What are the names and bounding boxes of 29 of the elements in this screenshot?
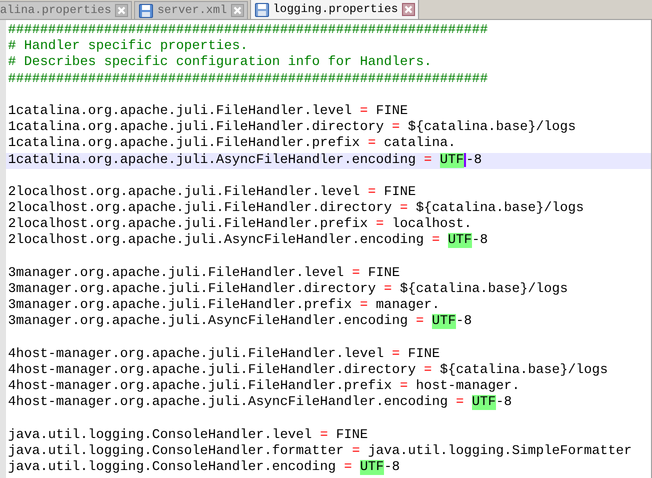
code-line: 1catalina.org.apache.juli.FileHandler.directory = ${catalina.base}/logs bbox=[8, 120, 576, 136]
comment-line: # Describes specific configuration info for Handlers. bbox=[8, 55, 432, 70]
tab[interactable]: alina.properties bbox=[0, 1, 132, 19]
code-line: 1catalina.org.apache.juli.AsyncFileHandler.encoding = UTF-8 bbox=[8, 153, 482, 168]
code-line: java.util.logging.ConsoleHandler.level = FINE bbox=[8, 428, 368, 443]
comment-line: ############################################################ bbox=[8, 23, 488, 38]
code-line: 4host-manager.org.apache.juli.FileHandler.prefix = host-manager. bbox=[8, 379, 520, 394]
code-line: 1catalina.org.apache.juli.FileHandler.prefix = catalina. bbox=[8, 136, 456, 152]
code-line: 4host-manager.org.apache.juli.FileHandler.level = FINE bbox=[8, 346, 440, 362]
code-line: 2localhost.org.apache.juli.FileHandler.directory = ${catalina.base}/logs bbox=[8, 201, 584, 216]
tab[interactable]: logging.properties bbox=[250, 0, 420, 19]
code-line: 4host-manager.org.apache.juli.AsyncFileHandler.encoding = UTF-8 bbox=[8, 395, 512, 410]
code-line: java.util.logging.ConsoleHandler.encoding = UTF-8 bbox=[8, 460, 400, 476]
code-line: 4host-manager.org.apache.juli.FileHandler.directory = ${catalina.base}/logs bbox=[8, 362, 608, 378]
code-line: 2localhost.org.apache.juli.FileHandler.level = FINE bbox=[8, 184, 416, 200]
close-icon[interactable] bbox=[402, 3, 416, 16]
tab[interactable]: server.xml bbox=[134, 1, 248, 19]
code-line: 3manager.org.apache.juli.FileHandler.level = FINE bbox=[8, 266, 400, 281]
code-line: java.util.logging.ConsoleHandler.formatter = java.util.logging.SimpleFormatter bbox=[8, 444, 632, 459]
code-line: 3manager.org.apache.juli.FileHandler.prefix = manager. bbox=[8, 298, 440, 314]
close-icon[interactable] bbox=[115, 4, 128, 17]
code-line: 1catalina.org.apache.juli.FileHandler.level = FINE bbox=[8, 104, 408, 119]
close-icon[interactable] bbox=[230, 4, 244, 17]
code-line: 3manager.org.apache.juli.AsyncFileHandler.encoding = UTF-8 bbox=[8, 314, 472, 330]
code-line: 2localhost.org.apache.juli.FileHandler.prefix = localhost. bbox=[8, 217, 472, 232]
comment-line: # Handler specific properties. bbox=[8, 39, 248, 54]
comment-line: ############################################################ bbox=[8, 72, 488, 87]
code-line: 3manager.org.apache.juli.FileHandler.directory = ${catalina.base}/logs bbox=[8, 282, 568, 297]
code-line: 2localhost.org.apache.juli.AsyncFileHandler.encoding = UTF-8 bbox=[8, 233, 488, 248]
